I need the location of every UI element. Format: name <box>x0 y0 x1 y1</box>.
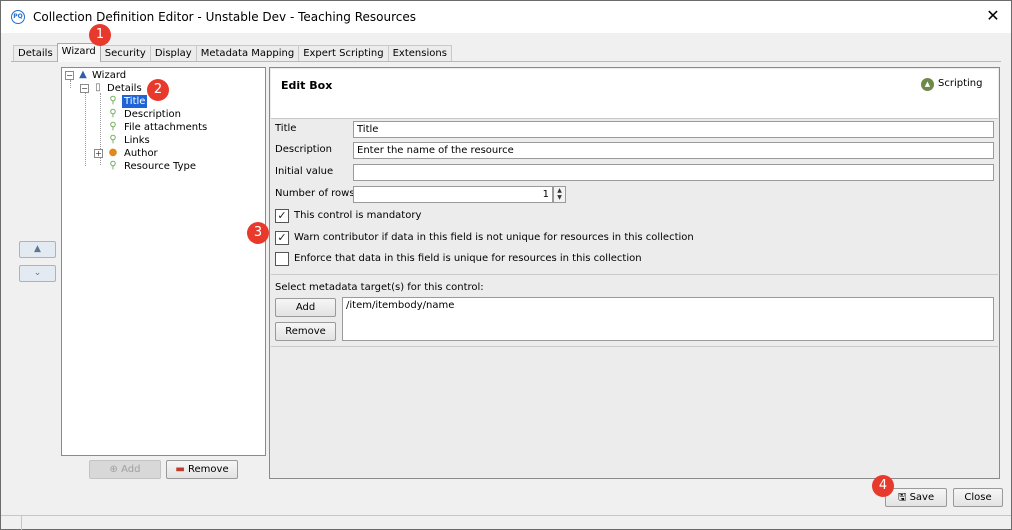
page-icon: ▯ <box>95 82 101 93</box>
collapse-icon[interactable]: − <box>80 84 89 93</box>
enforce-unique-checkbox[interactable] <box>275 252 289 266</box>
tab-bar: Details Wizard Security Display Metadata… <box>13 43 452 62</box>
tree-label: Links <box>124 135 150 146</box>
enforce-unique-checkbox-row[interactable]: Enforce that data in this field is uniqu… <box>275 252 725 267</box>
editor-title: Edit Box <box>281 79 333 92</box>
title-field-label: Title <box>275 123 297 134</box>
list-item[interactable]: /item/itembody/name <box>346 300 990 311</box>
spin-down-icon[interactable]: ▼ <box>554 194 565 201</box>
move-up-button[interactable]: ▲ <box>19 241 56 258</box>
spin-up-icon[interactable]: ▲ <box>554 187 565 194</box>
close-button[interactable]: Close <box>953 488 1003 507</box>
initial-value-field-label: Initial value <box>275 166 334 177</box>
metadata-target-list[interactable]: /item/itembody/name <box>342 297 994 341</box>
warn-unique-checkbox-label: Warn contributor if data in this field i… <box>294 232 694 243</box>
key-icon: ⚲ <box>109 108 117 119</box>
enforce-unique-checkbox-label: Enforce that data in this field is uniqu… <box>294 253 642 264</box>
tree-label: Resource Type <box>124 161 197 172</box>
number-of-rows-stepper[interactable]: ▲ ▼ <box>553 186 566 203</box>
description-field[interactable] <box>353 142 994 159</box>
tab-metadata-mapping[interactable]: Metadata Mapping <box>195 45 300 62</box>
tab-extensions[interactable]: Extensions <box>387 45 452 62</box>
tree-label: File attachments <box>124 122 208 133</box>
app-icon: PQ <box>11 10 25 24</box>
button-label: Remove <box>188 464 229 475</box>
group-icon: ● <box>108 147 118 158</box>
control-editor-panel: Edit Box ▲ Scripting Title Description I… <box>269 67 1000 479</box>
callout-badge-4: 4 <box>872 475 894 497</box>
key-icon: ⚲ <box>109 95 117 106</box>
chevron-down-icon: ⌄ <box>33 268 42 278</box>
close-window-icon[interactable]: ✕ <box>983 6 1003 26</box>
tree-label: Details <box>107 83 142 94</box>
key-icon: ⚲ <box>109 134 117 145</box>
scripting-link[interactable]: Scripting <box>938 78 982 89</box>
divider <box>271 346 998 347</box>
save-button[interactable]: 🖫 Save <box>885 488 947 507</box>
tree-label: Wizard <box>92 70 127 81</box>
title-field[interactable] <box>353 121 994 138</box>
tab-wizard[interactable]: Wizard <box>56 43 101 62</box>
mandatory-checkbox-label: This control is mandatory <box>294 210 422 221</box>
tree-connector <box>85 93 86 166</box>
tree-label: Description <box>124 109 181 120</box>
description-field-label: Description <box>275 144 332 155</box>
tab-divider <box>11 61 1001 62</box>
mandatory-checkbox-row[interactable]: ✓ This control is mandatory <box>275 209 575 224</box>
tab-display[interactable]: Display <box>149 45 197 62</box>
remove-icon: ▬ <box>175 464 189 475</box>
tree-connector <box>70 80 71 88</box>
chevron-up-icon: ▲ <box>34 244 41 254</box>
add-icon: ⊕ <box>109 464 122 475</box>
callout-badge-3: 3 <box>247 222 269 244</box>
editor-header: Edit Box ▲ Scripting <box>271 69 998 119</box>
initial-value-field[interactable] <box>353 164 994 181</box>
tree-label: Title <box>122 95 148 108</box>
tab-details[interactable]: Details <box>13 45 58 62</box>
status-divider <box>21 516 22 530</box>
metadata-target-label: Select metadata target(s) for this contr… <box>275 282 484 293</box>
add-metadata-target-button[interactable]: Add <box>275 298 336 317</box>
wizard-tree[interactable]: − ▲ Wizard − ▯ Details ⚲ Title ⚲ Descrip… <box>61 67 266 456</box>
number-of-rows-field[interactable]: 1 <box>353 186 553 203</box>
tab-expert-scripting[interactable]: Expert Scripting <box>298 45 389 62</box>
button-label: Save <box>909 492 935 503</box>
tree-label: Author <box>124 148 158 159</box>
move-down-button[interactable]: ⌄ <box>19 265 56 282</box>
collection-definition-editor-window: PQ Collection Definition Editor - Unstab… <box>0 0 1012 530</box>
wizard-icon: ▲ <box>79 69 87 80</box>
number-of-rows-label: Number of rows <box>275 188 355 199</box>
tree-add-button[interactable]: ⊕ Add <box>89 460 161 479</box>
remove-metadata-target-button[interactable]: Remove <box>275 322 336 341</box>
mandatory-checkbox[interactable]: ✓ <box>275 209 289 223</box>
warn-unique-checkbox[interactable]: ✓ <box>275 231 289 245</box>
status-bar <box>1 515 1011 530</box>
callout-badge-1: 1 <box>89 24 111 46</box>
key-icon: ⚲ <box>109 160 117 171</box>
title-bar: PQ Collection Definition Editor - Unstab… <box>1 1 1011 33</box>
collapse-icon[interactable]: − <box>65 71 74 80</box>
floppy-disk-icon: 🖫 <box>897 492 910 503</box>
button-label: Add <box>121 464 141 475</box>
window-title: Collection Definition Editor - Unstable … <box>33 10 416 24</box>
divider <box>271 274 998 275</box>
callout-badge-2: 2 <box>147 79 169 101</box>
scripting-icon[interactable]: ▲ <box>921 78 934 91</box>
expand-icon[interactable]: + <box>94 149 103 158</box>
key-icon: ⚲ <box>109 121 117 132</box>
tree-remove-button[interactable]: ▬ Remove <box>166 460 238 479</box>
warn-unique-checkbox-row[interactable]: ✓ Warn contributor if data in this field… <box>275 231 725 246</box>
tab-security[interactable]: Security <box>99 45 151 62</box>
